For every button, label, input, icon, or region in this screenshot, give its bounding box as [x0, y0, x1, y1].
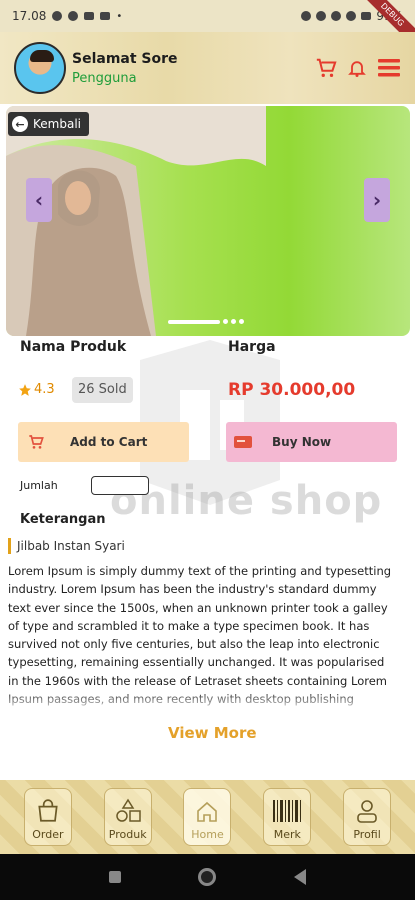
barcode-icon: [273, 800, 302, 822]
mute-icon: [316, 11, 327, 21]
cart-icon: [29, 435, 44, 449]
nav-label-order: Order: [32, 828, 64, 841]
add-to-cart-label: Add to Cart: [70, 435, 148, 449]
nav-item-order[interactable]: Order: [23, 788, 72, 846]
status-bar: 17.08 • 99% DEBUG: [0, 0, 415, 52]
nav-item-profil[interactable]: Profil: [343, 788, 392, 846]
product-name-label: Nama Produk: [20, 339, 127, 355]
carousel-prev-button[interactable]: ‹: [26, 178, 52, 222]
carousel-dot[interactable]: [231, 319, 236, 324]
carousel-dot[interactable]: [239, 319, 244, 324]
product-price: RP 30.000,00: [228, 380, 356, 400]
nav-label-profil: Profil: [353, 828, 381, 841]
signal-icon: [346, 11, 357, 21]
chevron-left-icon: ‹: [34, 188, 44, 212]
nav-item-home[interactable]: Home: [183, 788, 232, 846]
status-time: 17.08: [12, 9, 47, 23]
avatar[interactable]: [14, 42, 66, 94]
whatsapp-icon: [52, 11, 63, 21]
view-more-button[interactable]: View More: [168, 724, 257, 742]
home-icon: [197, 801, 218, 822]
carousel-dot-active[interactable]: [168, 319, 220, 324]
cart-icon[interactable]: [315, 57, 337, 79]
nav-label-produk: Produk: [108, 828, 147, 841]
nav-item-merk[interactable]: Merk: [263, 788, 312, 846]
arrow-left-icon: ←: [12, 116, 28, 132]
carousel-indicators: [168, 319, 244, 324]
back-label: Kembali: [33, 117, 81, 131]
buy-now-button[interactable]: Buy Now: [226, 422, 397, 462]
app-icon: [84, 12, 95, 20]
bag-icon: [38, 799, 58, 822]
youtube-icon: [100, 12, 111, 20]
add-to-cart-button[interactable]: Add to Cart: [18, 422, 189, 462]
more-dot-icon: •: [116, 10, 123, 22]
carousel-dot[interactable]: [223, 319, 228, 324]
shapes-icon: [115, 798, 141, 822]
header-actions: [315, 57, 401, 79]
chevron-right-icon: ›: [372, 188, 382, 212]
credit-card-icon: [234, 436, 252, 448]
nav-label-home: Home: [191, 828, 224, 841]
battery-icon: [361, 12, 372, 20]
back-button[interactable]: ← Kembali: [8, 112, 89, 136]
quantity-label: Jumlah: [20, 479, 58, 492]
alarm-icon: [301, 11, 312, 21]
description-body: Lorem Ipsum is simply dummy text of the …: [8, 564, 392, 706]
greeting-block: Selamat Sore Pengguna: [72, 51, 178, 86]
bell-icon[interactable]: [347, 57, 367, 79]
product-subtitle: Jilbab Instan Syari: [8, 538, 125, 554]
rating-value: 4.3: [34, 382, 55, 397]
home-button-icon[interactable]: [198, 868, 217, 886]
wifi-icon: [331, 11, 342, 21]
user-role: Pengguna: [72, 70, 137, 86]
carousel-next-button[interactable]: ›: [364, 178, 390, 222]
nav-label-merk: Merk: [273, 828, 301, 841]
greeting-title: Selamat Sore: [72, 50, 178, 67]
notification-icon: [68, 11, 79, 21]
system-navigation-bar: [0, 854, 415, 900]
nav-item-produk[interactable]: Produk: [103, 788, 152, 846]
star-icon: [19, 383, 31, 396]
bottom-navigation: Order Produk Home Merk Profil: [0, 780, 415, 854]
watermark-text: online shop: [110, 478, 383, 524]
quantity-input[interactable]: [91, 476, 149, 495]
sold-badge: 26 Sold: [72, 377, 133, 403]
menu-icon[interactable]: [377, 57, 401, 79]
description-fade: [0, 690, 415, 714]
product-image-carousel[interactable]: ← Kembali ‹ ›: [6, 106, 410, 336]
recents-icon[interactable]: [108, 871, 121, 883]
description-title: Keterangan: [20, 512, 106, 527]
app-header: Selamat Sore Pengguna: [0, 32, 415, 104]
buy-now-label: Buy Now: [272, 435, 332, 449]
product-rating: 4.3: [18, 382, 55, 397]
person-icon: [357, 800, 377, 823]
price-label: Harga: [228, 339, 276, 355]
back-triangle-icon[interactable]: [294, 869, 307, 885]
